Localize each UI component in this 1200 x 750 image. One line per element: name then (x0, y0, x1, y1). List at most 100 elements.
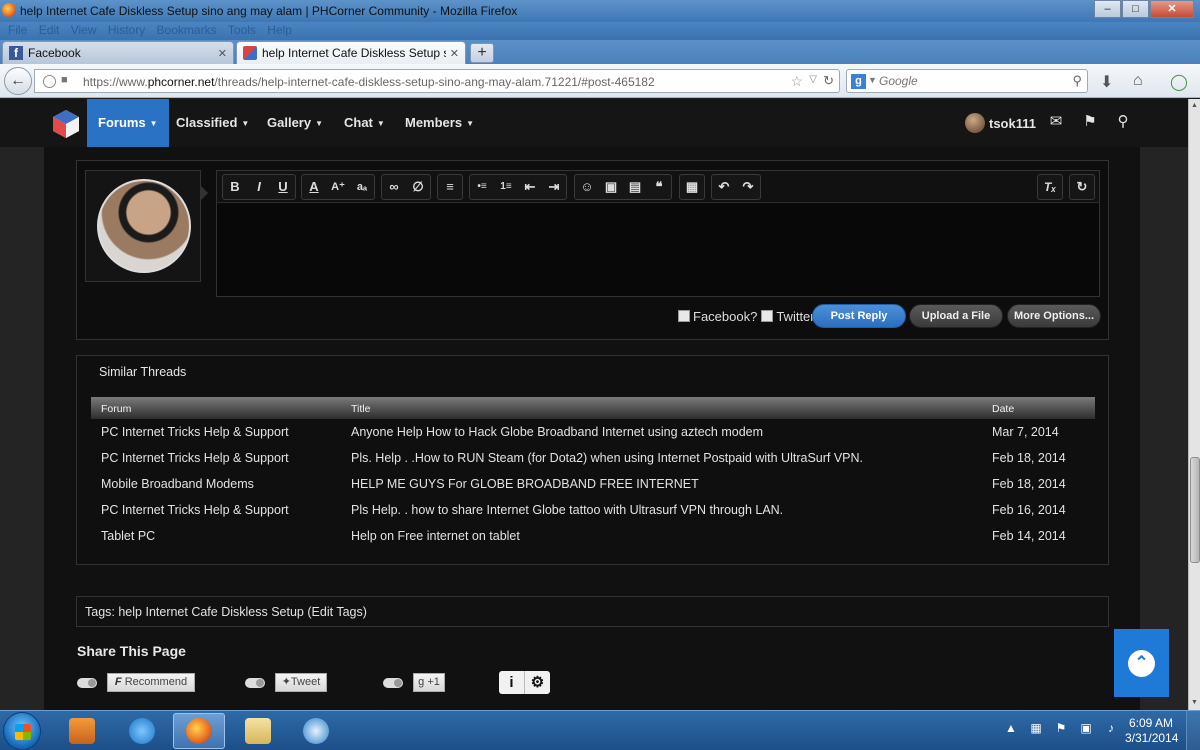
page-scrollbar[interactable]: ▲ ▼ (1188, 99, 1200, 710)
quote-button[interactable]: ❝ (647, 175, 671, 199)
minimize-button[interactable]: – (1094, 0, 1121, 18)
message-editor[interactable] (217, 204, 1099, 296)
envelope-icon[interactable]: ✉ (1047, 113, 1065, 131)
thread-forum-link[interactable]: PC Internet Tricks Help & Support (101, 425, 289, 439)
thread-title-link[interactable]: Help on Free internet on tablet (351, 529, 520, 543)
twitter-share-toggle[interactable] (245, 678, 265, 688)
gear-icon[interactable]: ⚙ (525, 671, 550, 694)
thread-forum-link[interactable]: PC Internet Tricks Help & Support (101, 451, 289, 465)
system-clock[interactable]: 6:09 AM 3/31/2014 (1125, 716, 1178, 746)
nav-forums[interactable]: Forums ▼ (87, 99, 169, 147)
remove-format-button[interactable]: Tₓ (1038, 175, 1062, 199)
taskbar-firefox[interactable] (173, 713, 225, 749)
show-hidden-icons-icon[interactable]: ▲ (1003, 721, 1019, 737)
facebook-checkbox[interactable] (678, 310, 690, 322)
link-button[interactable]: ∞ (382, 175, 406, 199)
menu-tools[interactable]: Tools (228, 22, 256, 38)
underline-button[interactable]: U (271, 175, 295, 199)
more-options-button[interactable]: More Options... (1007, 304, 1101, 328)
nav-gallery[interactable]: Gallery ▼ (256, 99, 334, 147)
upload-file-button[interactable]: Upload a File (909, 304, 1003, 328)
home-icon[interactable]: ⌂ (1133, 72, 1143, 90)
tweet-button[interactable]: ✦Tweet (275, 673, 327, 692)
close-tab-icon[interactable]: ✕ (450, 47, 459, 60)
menu-file[interactable]: File (8, 22, 27, 38)
media-button[interactable]: ▤ (623, 175, 647, 199)
thread-title-link[interactable]: Anyone Help How to Hack Globe Broadband … (351, 425, 763, 439)
back-button[interactable]: ← (4, 67, 32, 95)
toggle-bbcode-button[interactable]: ↻ (1070, 175, 1094, 199)
post-reply-button[interactable]: Post Reply (812, 304, 906, 328)
save-draft-button[interactable]: ▦ (680, 175, 704, 199)
twitter-checkbox[interactable] (761, 310, 774, 322)
search-input[interactable] (879, 73, 1059, 89)
history-dropdown-icon[interactable]: ▽ (809, 74, 817, 85)
new-tab-button[interactable]: + (470, 43, 494, 63)
tab-phcorner-thread[interactable]: help Internet Cafe Diskless Setup sino..… (236, 41, 466, 64)
tab-facebook[interactable]: f Facebook ✕ (2, 41, 234, 64)
downloads-icon[interactable]: ⬇ (1100, 72, 1113, 92)
undo-button[interactable]: ↶ (712, 175, 736, 199)
address-bar[interactable]: ■ https://www.phcorner.net/threads/help-… (34, 69, 840, 93)
close-window-button[interactable]: ✕ (1150, 0, 1194, 18)
image-button[interactable]: ▣ (599, 175, 623, 199)
thread-forum-link[interactable]: PC Internet Tricks Help & Support (101, 503, 289, 517)
phcorner-logo[interactable] (50, 108, 82, 140)
bullet-list-button[interactable]: •≡ (470, 175, 494, 199)
show-desktop-button[interactable] (1186, 711, 1200, 750)
start-button[interactable] (3, 712, 41, 750)
bookmark-star-icon[interactable]: ☆ (790, 73, 803, 90)
google-engine-icon[interactable]: g (851, 74, 866, 89)
scroll-down-icon[interactable]: ▼ (1189, 696, 1200, 710)
volume-icon[interactable]: ♪ (1103, 721, 1119, 737)
search-icon[interactable]: ⚲ (1072, 73, 1082, 89)
unlink-button[interactable]: ∅ (406, 175, 430, 199)
recommend-button[interactable]: F Recommend (107, 673, 195, 692)
network-icon[interactable]: ▦ (1028, 721, 1044, 737)
outdent-button[interactable]: ⇤ (518, 175, 542, 199)
thread-title-link[interactable]: HELP ME GUYS For GLOBE BROADBAND FREE IN… (351, 477, 699, 491)
indent-button[interactable]: ⇥ (542, 175, 566, 199)
scroll-to-top-button[interactable]: ⌃ (1114, 629, 1169, 697)
menu-help[interactable]: Help (267, 22, 292, 38)
nav-classified[interactable]: Classified ▼ (165, 99, 260, 147)
nav-members[interactable]: Members ▼ (394, 99, 485, 147)
reload-icon[interactable]: ↻ (823, 73, 834, 89)
facebook-share-toggle[interactable] (77, 678, 97, 688)
font-size-button[interactable]: A⁺ (326, 175, 350, 199)
scroll-up-icon[interactable]: ▲ (1189, 99, 1200, 113)
flag-icon[interactable]: ⚑ (1081, 113, 1099, 131)
scrollbar-thumb[interactable] (1190, 457, 1200, 563)
smilie-button[interactable]: ☺ (575, 175, 599, 199)
search-icon[interactable]: ⚲ (1114, 113, 1132, 131)
menu-history[interactable]: History (108, 22, 145, 38)
tag-link[interactable]: help Internet Cafe Diskless Setup (118, 605, 304, 619)
italic-button[interactable]: I (247, 175, 271, 199)
maximize-button[interactable]: □ (1122, 0, 1149, 18)
menu-view[interactable]: View (71, 22, 97, 38)
addon-icon[interactable]: ◯ (1170, 72, 1188, 92)
menu-bookmarks[interactable]: Bookmarks (157, 22, 217, 38)
close-tab-icon[interactable]: ✕ (218, 47, 227, 60)
thread-forum-link[interactable]: Tablet PC (101, 529, 155, 543)
bold-button[interactable]: B (223, 175, 247, 199)
power-icon[interactable]: ▣ (1078, 721, 1094, 737)
taskbar-media-player[interactable] (56, 713, 108, 749)
thread-forum-link[interactable]: Mobile Broadband Modems (101, 477, 254, 491)
taskbar-ccleaner[interactable] (290, 713, 342, 749)
thread-title-link[interactable]: Pls Help. . how to share Internet Globe … (351, 503, 783, 517)
edit-tags-link[interactable]: (Edit Tags) (307, 605, 367, 619)
taskbar-file-explorer[interactable] (232, 713, 284, 749)
thread-title-link[interactable]: Pls. Help . .How to RUN Steam (for Dota2… (351, 451, 863, 465)
google-share-toggle[interactable] (383, 678, 403, 688)
info-icon[interactable]: i (499, 671, 525, 694)
menu-edit[interactable]: Edit (39, 22, 60, 38)
user-menu[interactable]: tsok111 (965, 111, 1036, 135)
plusone-button[interactable]: g +1 (413, 673, 445, 692)
engine-dropdown-icon[interactable]: ▼ (868, 75, 877, 85)
font-family-button[interactable]: aₐ (350, 175, 374, 199)
action-center-icon[interactable]: ⚑ (1053, 721, 1069, 737)
text-color-button[interactable]: A (302, 175, 326, 199)
numbered-list-button[interactable]: 1≡ (494, 175, 518, 199)
nav-chat[interactable]: Chat ▼ (333, 99, 396, 147)
